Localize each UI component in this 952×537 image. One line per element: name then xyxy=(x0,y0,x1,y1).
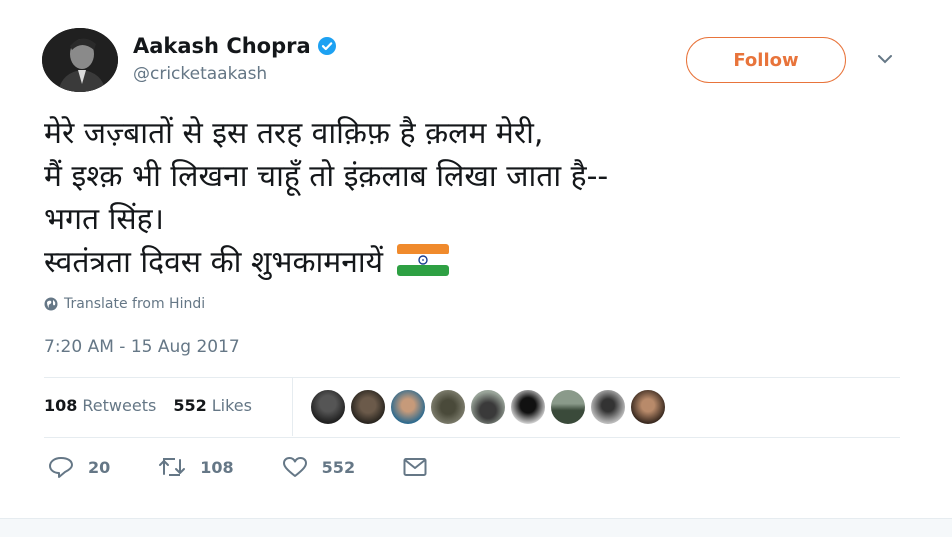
follow-button[interactable]: Follow xyxy=(686,37,846,83)
translate-label: Translate from Hindi xyxy=(64,296,206,312)
chevron-down-icon[interactable] xyxy=(876,52,894,66)
user-handle[interactable]: @cricketaakash xyxy=(133,64,267,84)
like-count: 552 xyxy=(321,457,356,477)
verified-icon xyxy=(317,37,336,55)
reply-button[interactable]: 20 xyxy=(48,456,110,478)
liker-avatar[interactable] xyxy=(590,389,626,425)
tweet-line-last: स्वतंत्रता दिवस की शुभकामनायें xyxy=(44,241,914,284)
retweet-button[interactable]: 108 xyxy=(158,456,234,478)
like-button[interactable]: 552 xyxy=(282,456,355,478)
tweet-line: मैं इश्क़ भी लिखना चाहूँ तो इंक़लाब लिखा… xyxy=(44,159,609,194)
tweet-timestamp[interactable]: 7:20 AM - 15 Aug 2017 xyxy=(44,337,240,357)
heart-icon xyxy=(282,457,307,477)
tweet-line: मेरे जज़्बातों से इस तरह वाक़िफ़ है क़लम… xyxy=(44,116,544,151)
liker-avatar[interactable] xyxy=(390,389,426,425)
liker-avatar[interactable] xyxy=(630,389,666,425)
tweet-stats: 108 Retweets 552 Likes xyxy=(44,396,269,415)
divider xyxy=(44,437,900,438)
liker-avatar[interactable] xyxy=(310,389,346,425)
divider xyxy=(292,378,293,436)
tweet-line: स्वतंत्रता दिवस की शुभकामनायें xyxy=(44,245,384,280)
display-name-text: Aakash Chopra xyxy=(133,34,311,58)
profile-avatar[interactable] xyxy=(42,28,118,92)
tweet-line: भगत सिंह। xyxy=(44,202,164,237)
liker-avatar[interactable] xyxy=(510,389,546,425)
globe-icon xyxy=(44,297,58,311)
mail-icon xyxy=(403,458,427,476)
direct-message-button[interactable] xyxy=(403,457,441,477)
retweet-icon xyxy=(159,458,186,476)
liker-avatar[interactable] xyxy=(470,389,506,425)
reply-count: 20 xyxy=(88,457,111,477)
likes-stat[interactable]: 552 Likes xyxy=(173,396,252,415)
retweets-stat[interactable]: 108 Retweets xyxy=(44,396,156,415)
liker-avatar[interactable] xyxy=(430,389,466,425)
footer-band xyxy=(0,518,952,537)
reply-icon xyxy=(49,457,73,478)
tweet-text: मेरे जज़्बातों से इस तरह वाक़िफ़ है क़लम… xyxy=(44,112,914,284)
liker-avatar[interactable] xyxy=(550,389,586,425)
liked-by-avatars xyxy=(310,389,670,425)
display-name[interactable]: Aakash Chopra xyxy=(133,34,337,58)
tweet-actions: 20 108 552 xyxy=(48,456,489,478)
translate-link[interactable]: Translate from Hindi xyxy=(44,296,205,312)
india-flag-icon xyxy=(397,244,450,276)
retweet-count: 108 xyxy=(200,457,234,477)
liker-avatar[interactable] xyxy=(350,389,386,425)
divider xyxy=(44,377,900,378)
